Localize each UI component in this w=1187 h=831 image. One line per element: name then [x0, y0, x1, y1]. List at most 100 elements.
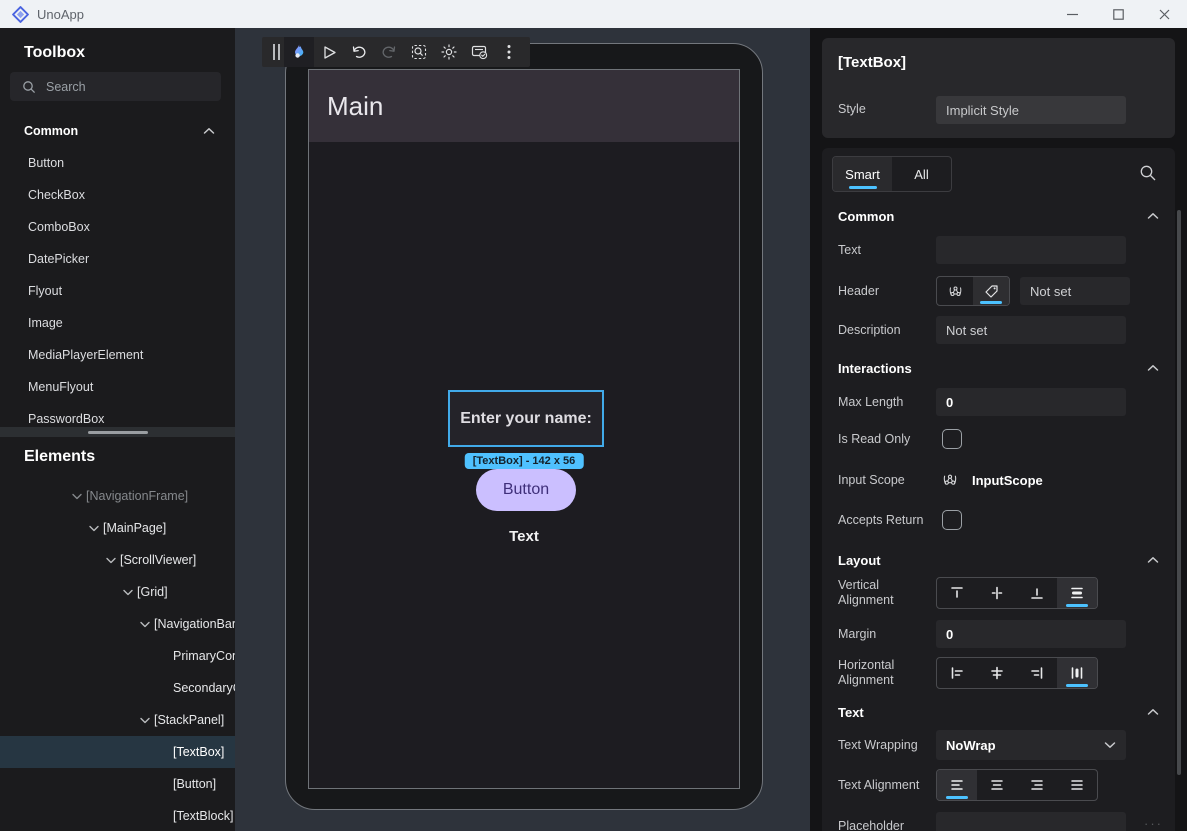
chevron-down-icon[interactable] [119, 589, 137, 596]
splitter-handle[interactable] [88, 431, 148, 434]
form-factor-icon[interactable] [464, 37, 494, 67]
tree-item-secondarycommands[interactable]: SecondaryCommands [0, 672, 235, 704]
tree-item-scrollviewer[interactable]: [ScrollViewer] [0, 544, 235, 576]
tree-item-textblock[interactable]: [TextBlock] [0, 800, 235, 831]
input-scope-value[interactable]: InputScope [972, 473, 1043, 488]
properties-search-icon[interactable] [1139, 164, 1157, 182]
section-interactions[interactable]: Interactions [822, 358, 1175, 378]
text-align-center-button[interactable] [977, 770, 1017, 800]
text-align-justify-button[interactable] [1057, 770, 1097, 800]
tree-item-mainpage[interactable]: [MainPage] [0, 512, 235, 544]
toolbox-search[interactable] [10, 72, 221, 101]
is-read-only-checkbox[interactable] [942, 429, 962, 449]
tree-item-navigationbar[interactable]: [NavigationBar] [0, 608, 235, 640]
toolbox-item-menuflyout[interactable]: MenuFlyout [0, 371, 235, 403]
chevron-down-icon[interactable] [136, 717, 154, 724]
canvas-textblock[interactable]: Text [309, 528, 739, 545]
chevron-down-icon[interactable] [136, 621, 154, 628]
device-screen[interactable]: Main Enter your name: [TextBox] - 142 x … [308, 69, 740, 789]
undo-icon[interactable] [344, 37, 374, 67]
theme-sun-icon[interactable] [434, 37, 464, 67]
description-value-field[interactable]: Not set [936, 316, 1126, 344]
play-icon[interactable] [314, 37, 344, 67]
toolbox-item-mediaplayerelement[interactable]: MediaPlayerElement [0, 339, 235, 371]
binding-mode-icon[interactable] [937, 277, 973, 305]
chevron-down-icon[interactable] [85, 525, 103, 532]
app-title: UnoApp [37, 7, 84, 22]
section-common[interactable]: Common [822, 206, 1175, 226]
literal-value-tag-icon[interactable] [973, 277, 1009, 305]
tree-item-primarycommands[interactable]: PrimaryCommands [0, 640, 235, 672]
valign-bottom-button[interactable] [1017, 578, 1057, 608]
text-align-right-button[interactable] [1017, 770, 1057, 800]
panel-splitter[interactable] [0, 427, 235, 437]
canvas-button[interactable]: Button [476, 469, 576, 511]
search-input[interactable] [46, 80, 196, 94]
chevron-up-icon[interactable] [1147, 708, 1159, 716]
close-button[interactable] [1141, 0, 1187, 28]
maximize-button[interactable] [1095, 0, 1141, 28]
toolbox-item-button[interactable]: Button [0, 147, 235, 179]
minimize-button[interactable] [1049, 0, 1095, 28]
property-label: Vertical Alignment [838, 578, 936, 608]
tree-item-navigationframe[interactable]: [NavigationFrame] [0, 480, 235, 512]
tab-label: Smart [845, 167, 880, 182]
tree-item-stackpanel[interactable]: [StackPanel] [0, 704, 235, 736]
toolbox-section-common[interactable]: Common [0, 120, 235, 142]
halign-stretch-button[interactable] [1057, 658, 1097, 688]
toolbox-item-image[interactable]: Image [0, 307, 235, 339]
properties-scrollbar[interactable] [1177, 210, 1181, 775]
text-value-field[interactable] [936, 236, 1126, 264]
zoom-select-icon[interactable] [404, 37, 434, 67]
tree-label: [TextBox] [173, 745, 224, 759]
placeholder-field[interactable] [936, 812, 1126, 831]
property-label: Margin [838, 627, 936, 642]
max-length-field[interactable]: 0 [936, 388, 1126, 416]
section-text[interactable]: Text [822, 702, 1175, 722]
active-toggle-indicator [980, 301, 1002, 304]
halign-left-button[interactable] [937, 658, 977, 688]
toolbox-item-datepicker[interactable]: DatePicker [0, 243, 235, 275]
halign-right-button[interactable] [1017, 658, 1057, 688]
tree-label: SecondaryCommands [173, 681, 235, 695]
chevron-down-icon[interactable] [102, 557, 120, 564]
accepts-return-checkbox[interactable] [942, 510, 962, 530]
redo-icon[interactable] [374, 37, 404, 67]
section-layout[interactable]: Layout [822, 550, 1175, 570]
text-align-left-button[interactable] [937, 770, 977, 800]
toolbox-item-combobox[interactable]: ComboBox [0, 211, 235, 243]
tree-label: [NavigationBar] [154, 617, 235, 631]
property-row-is-read-only: Is Read Only [822, 425, 1175, 453]
chevron-up-icon[interactable] [1147, 212, 1159, 220]
style-value-field[interactable]: Implicit Style [936, 96, 1126, 124]
binding-mode-icon[interactable] [942, 472, 958, 488]
design-canvas-workspace: Main Enter your name: [TextBox] - 142 x … [235, 28, 810, 831]
margin-field[interactable]: 0 [936, 620, 1126, 648]
hot-design-flame-icon[interactable] [284, 37, 314, 67]
chevron-down-icon[interactable] [68, 493, 86, 500]
toolbar-drag-handle-icon[interactable] [268, 37, 284, 67]
style-label: Style [838, 102, 866, 116]
tree-item-textbox[interactable]: [TextBox] [0, 736, 235, 768]
chevron-up-icon[interactable] [1147, 556, 1159, 564]
canvas-textbox-selected[interactable]: Enter your name: [448, 390, 604, 447]
valign-top-button[interactable] [937, 578, 977, 608]
header-value-field[interactable]: Not set [1020, 277, 1130, 305]
tab-smart[interactable]: Smart [833, 157, 892, 191]
tab-all[interactable]: All [892, 157, 951, 191]
tree-item-grid[interactable]: [Grid] [0, 576, 235, 608]
text-wrapping-dropdown[interactable]: NoWrap [936, 730, 1126, 760]
toolbox-item-checkbox[interactable]: CheckBox [0, 179, 235, 211]
selection-size-badge: [TextBox] - 142 x 56 [465, 453, 584, 469]
toolbox-item-flyout[interactable]: Flyout [0, 275, 235, 307]
chevron-up-icon[interactable] [1147, 364, 1159, 372]
valign-stretch-button[interactable] [1057, 578, 1097, 608]
halign-center-button[interactable] [977, 658, 1017, 688]
property-row-input-scope: Input Scope InputScope [822, 466, 1175, 494]
tree-item-button[interactable]: [Button] [0, 768, 235, 800]
valign-center-button[interactable] [977, 578, 1017, 608]
more-options-kebab-icon[interactable] [494, 37, 524, 67]
property-label: Placeholder [838, 819, 936, 831]
horizontal-alignment-group [936, 657, 1098, 689]
property-row-description: Description Not set [822, 316, 1175, 344]
